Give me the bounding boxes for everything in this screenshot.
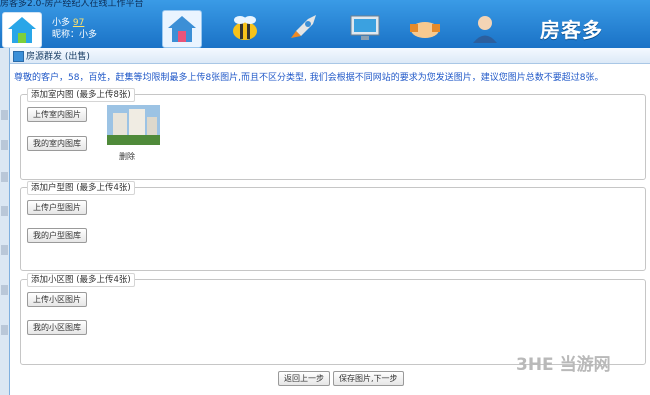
section-indoor: 添加室内图 (最多上传8张) 上传室内图片 我的室内图库 删除 (20, 88, 646, 180)
section-indoor-legend: 添加室内图 (最多上传8张) (27, 88, 135, 102)
brand-logo: 房客多 (540, 18, 603, 42)
user-count-link[interactable]: 97 (73, 18, 84, 28)
dialog: 房源群发 (出售) 尊敬的客户，58，百姓，赶集等均限制最多上传8张图片,而且不… (9, 48, 650, 395)
save-next-button[interactable]: 保存图片,下一步 (333, 371, 404, 386)
delete-photo-link[interactable]: 删除 (119, 151, 135, 162)
section-community-legend: 添加小区图 (最多上传4张) (27, 273, 135, 287)
watermark: 3HE 当游网 (516, 355, 611, 375)
app-title: 房客多2.0-房产经纪人在线工作平台 (0, 0, 144, 9)
upload-floorplan-button[interactable]: 上传户型图片 (27, 200, 87, 215)
app-logo (2, 12, 42, 48)
person-icon[interactable] (466, 10, 504, 46)
dialog-icon (13, 51, 24, 62)
dialog-titlebar: 房源群发 (出售) (10, 48, 650, 64)
user-nickname: 昵称：小多 (52, 30, 98, 40)
user-info: 小多 97 昵称：小多 (52, 17, 97, 41)
floorplan-library-button[interactable]: 我的户型图库 (27, 228, 87, 243)
top-bar: 房客多2.0-房产经纪人在线工作平台 小多 97 昵称：小多 房客多 (0, 0, 650, 48)
dialog-title: 房源群发 (出售) (26, 52, 90, 62)
section-floorplan-legend: 添加户型图 (最多上传4张) (27, 181, 135, 195)
back-button[interactable]: 返回上一步 (278, 371, 330, 386)
home-icon[interactable] (162, 10, 202, 48)
section-floorplan: 添加户型图 (最多上传4张) 上传户型图片 我的户型图库 (20, 181, 646, 271)
bee-icon[interactable] (226, 10, 264, 46)
handshake-icon[interactable] (406, 10, 444, 46)
upload-indoor-button[interactable]: 上传室内图片 (27, 107, 87, 122)
indoor-photo-thumbnail[interactable] (107, 105, 160, 145)
monitor-icon[interactable] (346, 10, 384, 46)
notice-text: 尊敬的客户，58，百姓，赶集等均限制最多上传8张图片,而且不区分类型, 我们会根… (14, 73, 604, 83)
rocket-icon[interactable] (286, 10, 324, 46)
upload-community-button[interactable]: 上传小区图片 (27, 292, 87, 307)
community-library-button[interactable]: 我的小区图库 (27, 320, 87, 335)
user-name: 小多 (52, 18, 71, 28)
indoor-library-button[interactable]: 我的室内图库 (27, 136, 87, 151)
left-background-strip (0, 110, 9, 395)
